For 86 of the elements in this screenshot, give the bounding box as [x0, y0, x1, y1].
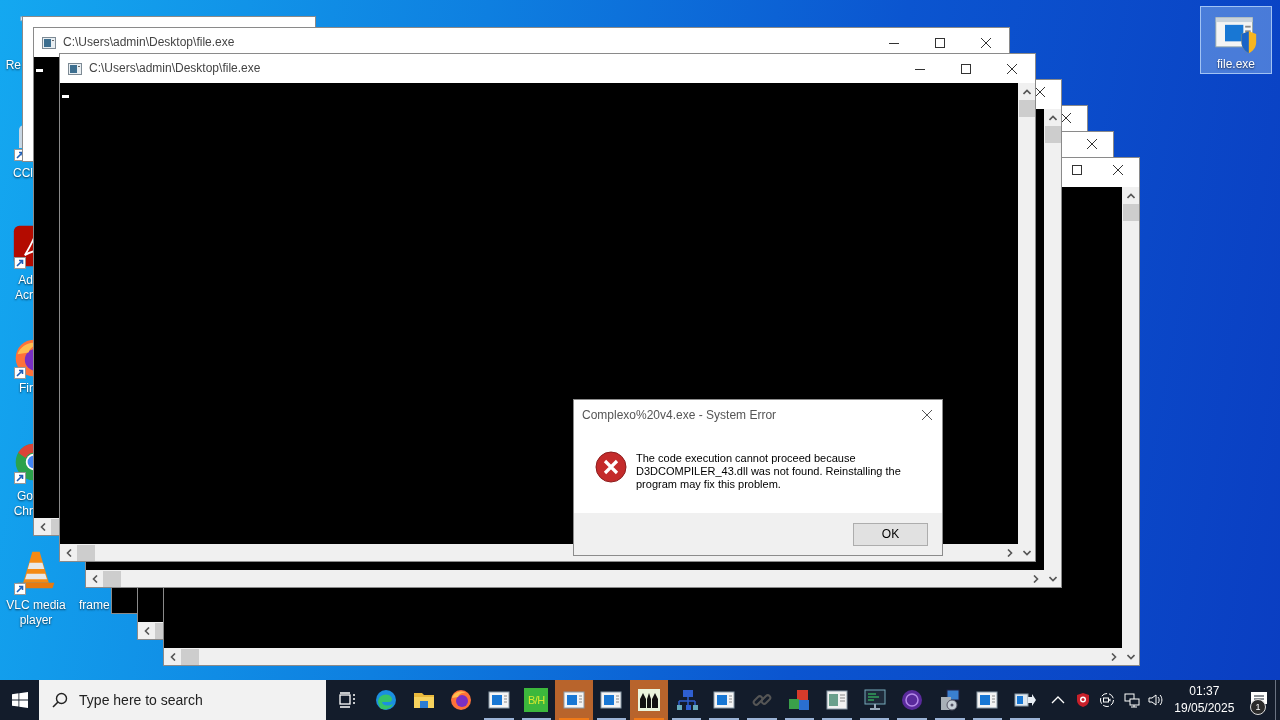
scrollbar-thumb[interactable]: [1044, 126, 1061, 143]
horizontal-scrollbar[interactable]: [164, 648, 1122, 665]
horizontal-scrollbar[interactable]: [86, 570, 1044, 587]
window-title: C:\Users\admin\Desktop\file.exe: [63, 35, 235, 49]
app-window-icon: [486, 688, 511, 712]
scrollbar-thumb[interactable]: [103, 570, 121, 587]
icon-label[interactable]: Ad Acr: [0, 273, 33, 303]
scrollbar-thumb[interactable]: [1018, 100, 1035, 117]
cube-stack-icon: [787, 688, 812, 712]
chevron-up-icon[interactable]: [1051, 695, 1066, 705]
scrollbar-thumb[interactable]: [51, 518, 59, 535]
icon-label[interactable]: Fir: [0, 381, 33, 396]
close-icon: [1007, 63, 1017, 74]
scrollbar-thumb[interactable]: [181, 648, 199, 665]
scroll-left-icon[interactable]: [169, 652, 176, 661]
close-icon: [981, 37, 991, 48]
scroll-left-icon[interactable]: [65, 548, 72, 557]
scroll-down-icon[interactable]: [1126, 653, 1135, 660]
text-cursor: [36, 69, 43, 72]
close-icon: [1035, 87, 1045, 97]
scroll-down-icon[interactable]: [1022, 549, 1031, 556]
scrollbar-thumb[interactable]: [1122, 204, 1139, 221]
scroll-up-icon[interactable]: [1048, 114, 1057, 121]
browser-wave-icon: [373, 688, 398, 712]
shield-icon[interactable]: [1074, 692, 1091, 708]
error-message: The code execution cannot proceed because D3DCOMPILER_43.dll was not found. Reinstalling the program may fix this problem.: [636, 452, 902, 491]
app-window-icon: [599, 688, 624, 712]
task-view-icon: [338, 692, 357, 708]
ok-button[interactable]: OK: [853, 522, 928, 546]
close-icon: [1113, 165, 1123, 175]
horizontal-scrollbar[interactable]: [138, 622, 163, 639]
orb-icon: [900, 688, 925, 712]
scroll-right-icon[interactable]: [1032, 574, 1039, 583]
vertical-scrollbar[interactable]: [1044, 109, 1061, 587]
scroll-up-icon[interactable]: [1126, 192, 1135, 199]
camera-icon[interactable]: [1099, 692, 1116, 708]
binoculars-icon: [637, 688, 662, 712]
scroll-left-icon[interactable]: [143, 626, 150, 635]
taskbar-button[interactable]: [630, 680, 668, 720]
scroll-right-icon[interactable]: [1110, 652, 1117, 661]
maximize-icon: [961, 63, 971, 74]
scroll-left-icon[interactable]: [91, 574, 98, 583]
close-icon: [1061, 113, 1071, 123]
notification-badge: 1: [1249, 699, 1266, 715]
network-icon[interactable]: [1123, 692, 1140, 708]
browser-fox-icon: [449, 688, 474, 712]
close-icon: [1087, 139, 1097, 149]
dialog-title: Complexo%20v4.exe - System Error: [582, 407, 778, 422]
console-app-icon: [42, 37, 56, 49]
notifications-button[interactable]: 1: [1242, 680, 1275, 720]
icon-label[interactable]: Go Chr: [0, 489, 33, 519]
form-window-icon: [825, 688, 850, 712]
console-app-icon: [68, 63, 82, 75]
maximize-icon: [935, 37, 945, 48]
maximize-icon: [1072, 165, 1082, 175]
icon-label[interactable]: frame: [79, 598, 110, 613]
icon-label[interactable]: Re: [0, 58, 21, 73]
clock-time: 01:37: [1188, 683, 1221, 700]
vertical-scrollbar[interactable]: [1122, 187, 1139, 665]
close-icon: [922, 409, 932, 420]
search-field[interactable]: Type here to search: [39, 680, 327, 720]
scroll-down-icon[interactable]: [1048, 575, 1057, 582]
network-tool-icon: [674, 688, 699, 712]
vertical-scrollbar[interactable]: [1018, 83, 1035, 561]
clock[interactable]: 01:37 19/05/2025: [1174, 680, 1235, 720]
scrollbar-thumb[interactable]: [77, 544, 95, 561]
taskbar-button[interactable]: B/H: [517, 680, 556, 720]
scrollbar-thumb[interactable]: [155, 622, 163, 639]
windows-logo-icon: [11, 692, 28, 708]
clock-date: 19/05/2025: [1174, 700, 1235, 717]
scroll-left-icon[interactable]: [39, 522, 46, 531]
search-icon: [52, 692, 69, 708]
icon-label[interactable]: CCl: [0, 166, 33, 181]
monitor-icon: [862, 688, 887, 712]
app-window-icon: [712, 688, 737, 712]
app-window-icon: [561, 688, 586, 712]
icon-label[interactable]: file.exe: [1200, 57, 1272, 72]
icon-label[interactable]: VLC media player: [0, 598, 72, 628]
error-icon: [595, 451, 627, 483]
scroll-right-icon[interactable]: [1006, 548, 1013, 557]
scroll-up-icon[interactable]: [1022, 88, 1031, 95]
app-window-icon: [975, 688, 1000, 712]
text-cursor: [62, 95, 69, 98]
app-logo: B/H: [524, 688, 549, 712]
horizontal-scrollbar[interactable]: [34, 518, 59, 535]
window-title: C:\Users\admin\Desktop\file.exe: [89, 61, 261, 75]
